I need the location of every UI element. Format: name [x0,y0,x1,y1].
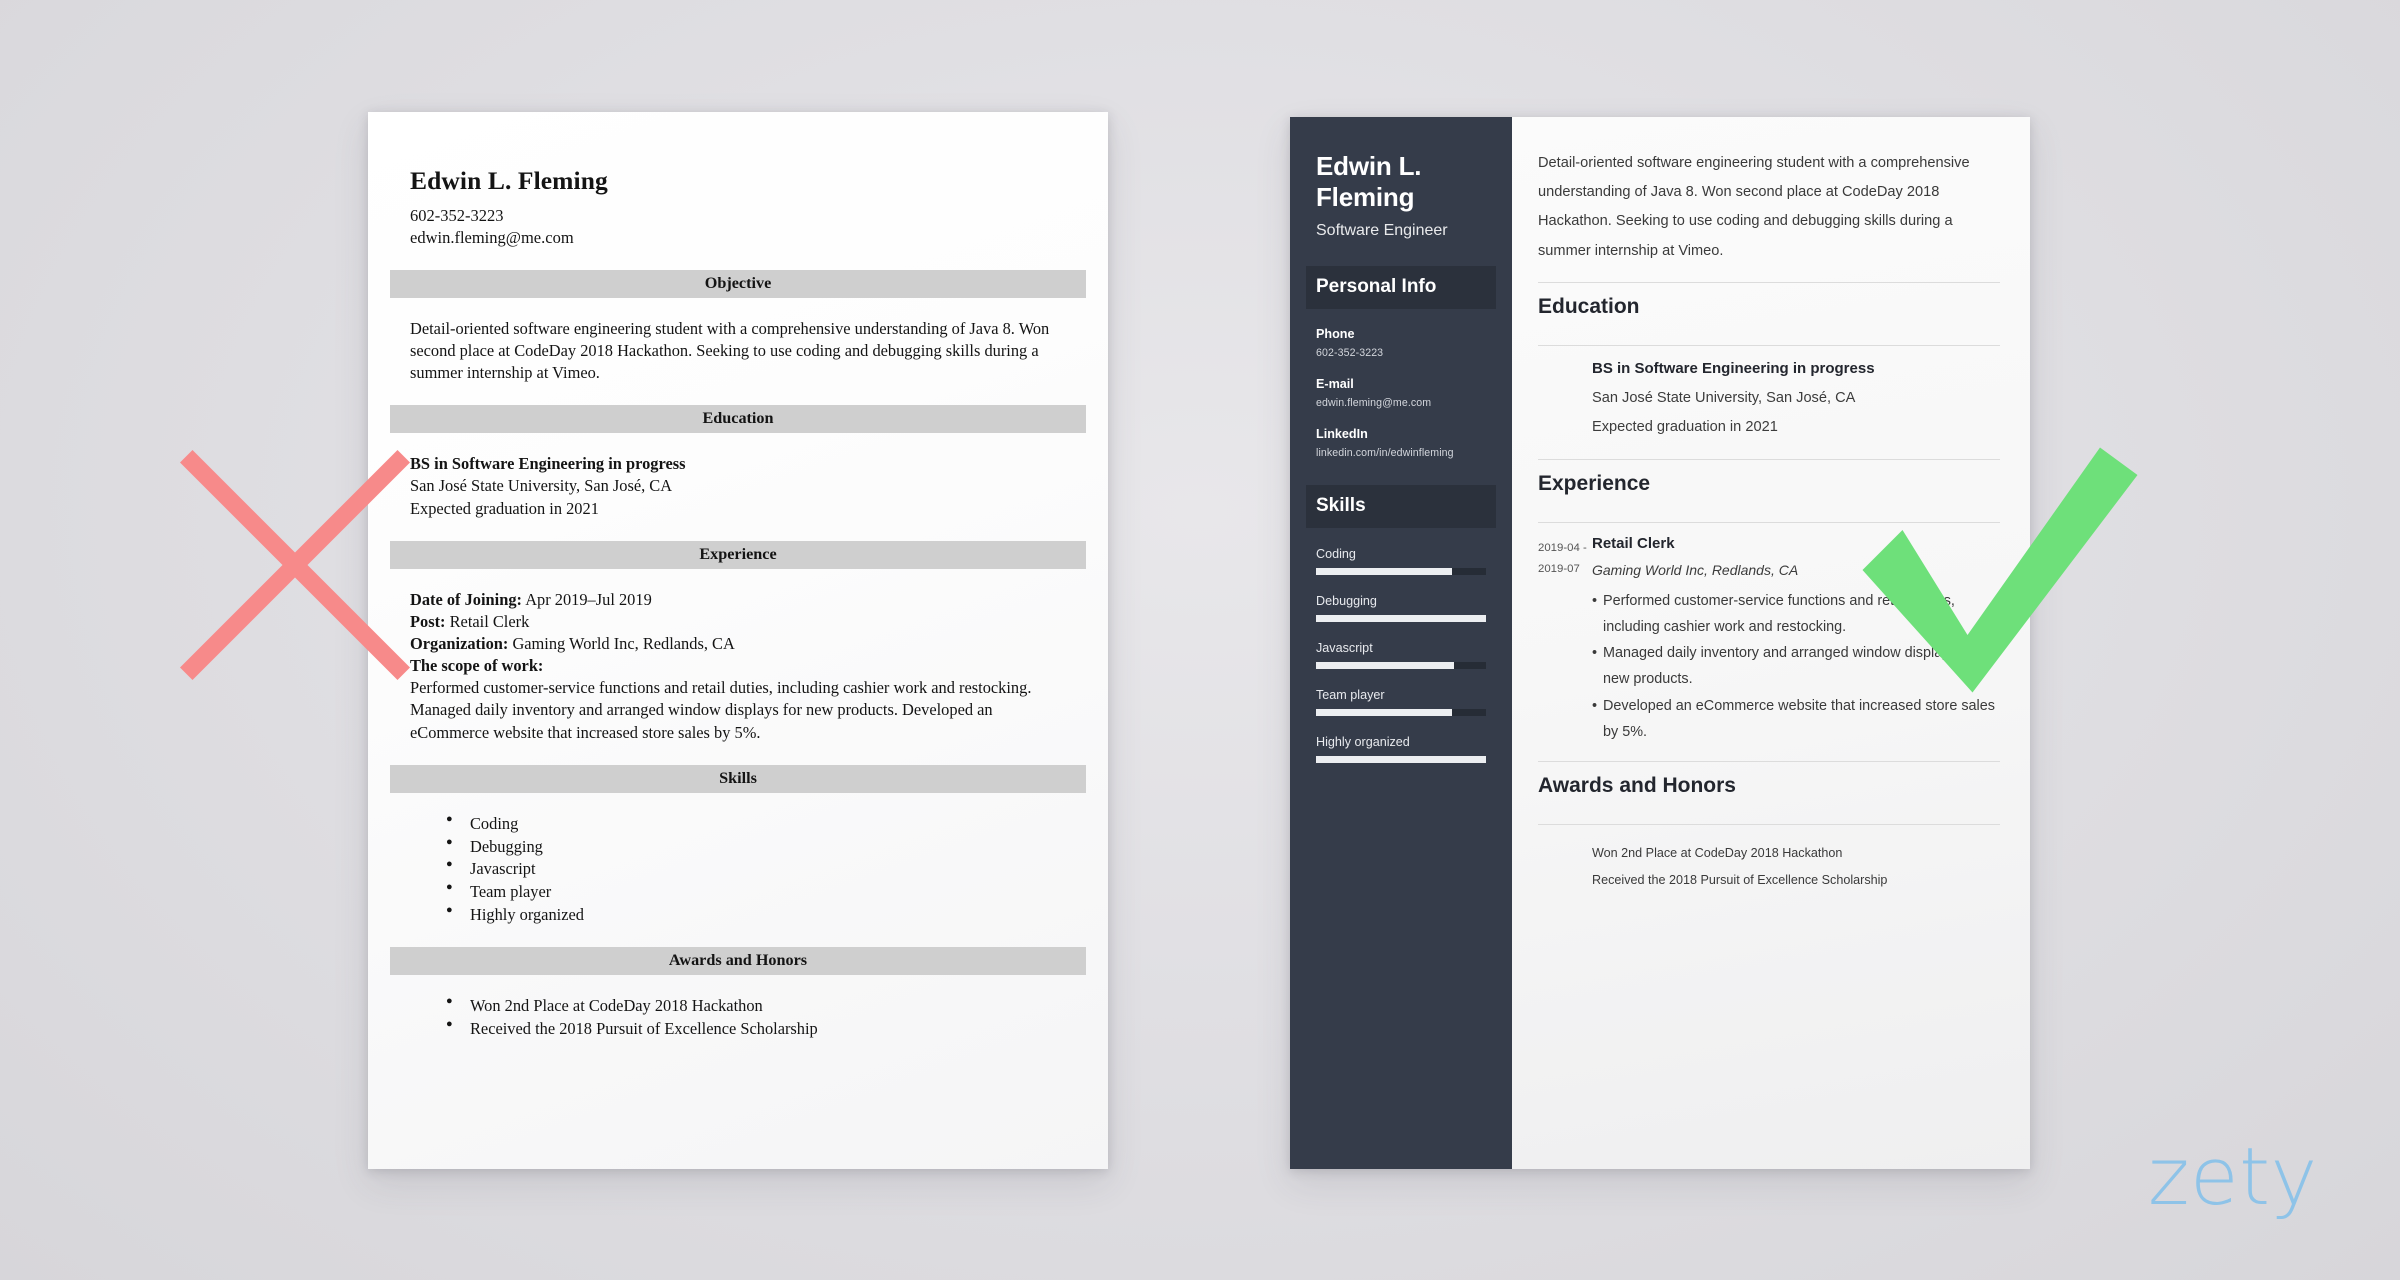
good-field-value-linkedin: linkedin.com/in/edwinfleming [1316,447,1454,460]
good-skill-label-debugging: Debugging [1316,594,1377,609]
good-section-heading-education: Education [1538,294,1640,318]
good-skill-bar-coding [1316,568,1486,576]
list-item: Javascript [446,857,1066,880]
good-experience-company: Gaming World Inc, Redlands, CA [1592,561,1799,578]
good-skill-bar-highly-organized [1316,756,1486,764]
skill-bar-fill [1316,568,1452,576]
zety-logo: zety [2148,1131,2318,1223]
good-resume-document: Edwin L. Fleming Software Engineer Perso… [1290,117,2030,1169]
list-item: Performed customer-service functions and… [1592,588,2000,640]
good-experience-dates: 2019-04 - 2019-07 [1538,535,1592,745]
bad-experience-post-value: Retail Clerk [445,611,530,631]
list-item: Managed daily inventory and arranged win… [1592,640,2000,692]
good-resume-name: Edwin L. Fleming [1316,151,1422,212]
good-awards-block: Won 2nd Place at CodeDay 2018 Hackathon … [1538,825,2000,887]
good-experience-bullets: Performed customer-service functions and… [1592,588,2000,745]
good-skill-label-highly-organized: Highly organized [1316,735,1410,750]
good-experience-entry: 2019-04 - 2019-07 Retail Clerk Gaming Wo… [1538,523,2000,745]
good-resume-sidebar: Edwin L. Fleming Software Engineer Perso… [1290,117,1512,1169]
list-item: Coding [446,812,1066,835]
bad-education-school: San José State University, San José, CA [410,476,673,496]
bad-section-heading-skills: Skills [390,764,1086,793]
good-skill-label-javascript: Javascript [1316,641,1373,656]
bad-awards-list: Won 2nd Place at CodeDay 2018 Hackathon … [410,994,1066,1040]
good-summary-text: Detail-oriented software engineering stu… [1538,155,1970,259]
good-education-block: BS in Software Engineering in progress S… [1538,346,2000,443]
bad-section-heading-objective: Objective [390,269,1086,298]
bad-experience-org-row: Organization: Gaming World Inc, Redlands… [410,633,1066,655]
good-resume-job-title: Software Engineer [1316,222,1448,240]
good-section-heading-experience: Experience [1538,471,1651,495]
bad-experience-scope-text: Performed customer-service functions and… [410,678,1032,742]
good-experience-role: Retail Clerk [1592,534,1675,552]
bad-resume-document: Edwin L. Fleming 602-352-3223 edwin.flem… [368,112,1108,1169]
list-item: Received the 2018 Pursuit of Excellence … [1592,873,1888,888]
good-section-heading-personal-info: Personal Info [1306,266,1496,310]
bad-education-degree: BS in Software Engineering in progress [410,454,686,474]
good-skill-bar-team-player [1316,709,1486,717]
good-education-graduation: Expected graduation in 2021 [1592,418,1778,435]
bad-resume-email: edwin.fleming@me.com [410,227,574,247]
bad-experience-post-label: Post: [410,611,446,631]
good-experience-date-start: 2019-04 - [1538,541,1587,554]
bad-section-heading-awards: Awards and Honors [390,946,1086,975]
list-item: Debugging [446,835,1066,858]
bad-section-heading-experience: Experience [390,540,1086,569]
bad-resume-name: Edwin L. Fleming [410,166,608,195]
list-item: Developed an eCommerce website that incr… [1592,693,2000,745]
good-field-value-phone: 602-352-3223 [1316,347,1384,360]
good-skill-label-coding: Coding [1316,547,1356,562]
list-item: Team player [446,880,1066,903]
good-skill-label-team-player: Team player [1316,688,1385,703]
list-item: Received the 2018 Pursuit of Excellence … [446,1017,1066,1040]
good-section-heading-skills: Skills [1306,485,1496,529]
good-field-label-phone: Phone [1316,327,1355,342]
good-field-label-email: E-mail [1316,377,1354,392]
bad-section-heading-education: Education [390,405,1086,434]
skill-bar-fill [1316,756,1486,764]
good-experience-date-end: 2019-07 [1538,563,1580,576]
bad-objective-text: Detail-oriented software engineering stu… [410,318,1050,383]
good-skill-bar-debugging [1316,615,1486,623]
bad-experience-date-label: Date of Joining: [410,589,522,609]
good-field-value-email: edwin.fleming@me.com [1316,397,1432,410]
bad-education-graduation: Expected graduation in 2021 [410,498,599,518]
bad-experience-org-value: Gaming World Inc, Redlands, CA [508,634,735,653]
good-experience-body: Retail Clerk Gaming World Inc, Redlands,… [1592,535,2000,745]
list-item: Won 2nd Place at CodeDay 2018 Hackathon [1592,846,1843,861]
good-section-heading-awards: Awards and Honors [1538,774,1736,798]
good-resume-main: Detail-oriented software engineering stu… [1512,117,2030,1169]
bad-skills-list: Coding Debugging Javascript Team player … [410,812,1066,926]
good-education-degree: BS in Software Engineering in progress [1592,359,1875,377]
good-skill-bar-javascript [1316,662,1486,670]
skill-bar-fill [1316,615,1486,623]
list-item: Highly organized [446,903,1066,926]
skill-bar-fill [1316,709,1452,717]
bad-experience-date-value: Apr 2019–Jul 2019 [522,589,652,609]
list-item: Won 2nd Place at CodeDay 2018 Hackathon [446,994,1066,1017]
bad-resume-phone: 602-352-3223 [410,206,504,225]
bad-experience-scope-label: The scope of work: [410,656,544,676]
good-education-school: San José State University, San José, CA [1592,389,1856,406]
skill-bar-fill [1316,662,1454,670]
bad-experience-date-row: Date of Joining: Apr 2019–Jul 2019 [410,589,1066,611]
good-field-label-linkedin: LinkedIn [1316,427,1368,442]
bad-experience-post-row: Post: Retail Clerk [410,611,1066,633]
bad-experience-org-label: Organization: [410,634,509,653]
